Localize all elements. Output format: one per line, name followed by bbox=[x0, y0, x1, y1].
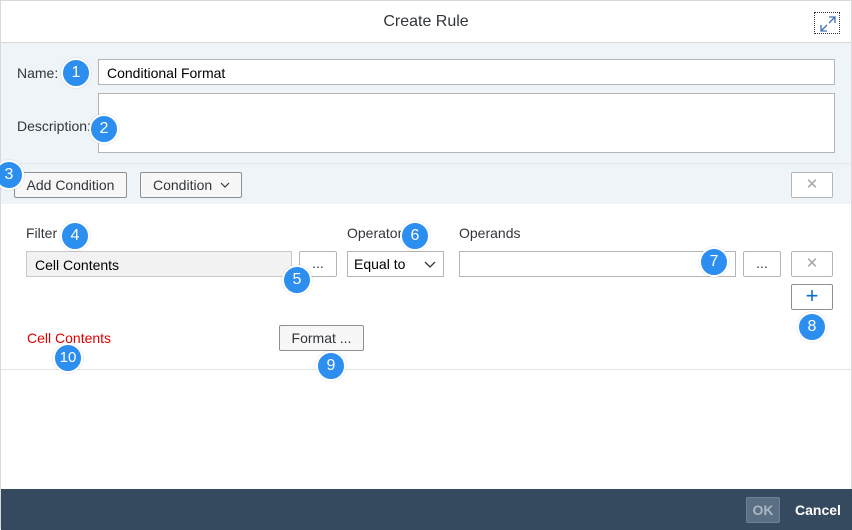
remove-condition-group-button[interactable]: ✕ bbox=[791, 172, 833, 198]
condition-toolbar: Add Condition Condition ✕ bbox=[1, 163, 851, 204]
cancel-button[interactable]: Cancel bbox=[791, 497, 845, 523]
expand-button[interactable] bbox=[814, 12, 840, 34]
chevron-down-icon bbox=[220, 182, 230, 188]
name-input[interactable]: Conditional Format bbox=[98, 59, 835, 85]
description-input[interactable] bbox=[98, 93, 835, 153]
filter-field[interactable]: Cell Contents bbox=[26, 251, 292, 277]
add-operand-button[interactable]: + bbox=[791, 284, 833, 310]
dialog-header: Create Rule bbox=[1, 1, 851, 43]
filter-label: Filter bbox=[26, 225, 58, 241]
ok-button[interactable]: OK bbox=[746, 497, 780, 523]
operator-selected-value: Equal to bbox=[354, 256, 406, 272]
annotation-marker-4: 4 bbox=[60, 221, 90, 251]
operands-input[interactable] bbox=[459, 251, 736, 277]
description-label: Description: bbox=[17, 118, 91, 134]
condition-dropdown-button[interactable]: Condition bbox=[140, 172, 242, 198]
name-label: Name: bbox=[17, 65, 59, 81]
remove-condition-row-button[interactable]: ✕ bbox=[791, 251, 833, 277]
annotation-marker-6: 6 bbox=[400, 221, 430, 251]
annotation-marker-9: 9 bbox=[316, 351, 346, 381]
expand-icon bbox=[820, 16, 836, 32]
operands-value-help-button[interactable]: ... bbox=[743, 251, 781, 277]
annotation-marker-5: 5 bbox=[282, 265, 312, 295]
dialog-footer: OK Cancel bbox=[1, 489, 852, 530]
create-rule-dialog: Create Rule Name: Conditional Format Des… bbox=[0, 0, 852, 530]
annotation-marker-8: 8 bbox=[797, 312, 827, 342]
dialog-title: Create Rule bbox=[383, 13, 469, 30]
annotation-marker-10: 10 bbox=[53, 343, 83, 373]
annotation-marker-7: 7 bbox=[699, 247, 729, 277]
condition-dropdown-label: Condition bbox=[153, 177, 213, 193]
operands-label: Operands bbox=[459, 225, 521, 241]
annotation-marker-2: 2 bbox=[89, 114, 119, 144]
chevron-down-icon bbox=[424, 261, 436, 268]
add-condition-button[interactable]: Add Condition bbox=[14, 172, 127, 198]
annotation-marker-1: 1 bbox=[61, 58, 91, 88]
operator-label: Operator bbox=[347, 225, 403, 241]
format-button[interactable]: Format ... bbox=[279, 325, 364, 351]
operator-select[interactable]: Equal to bbox=[347, 251, 444, 277]
rule-details-section: Name: Conditional Format Description: bbox=[1, 43, 851, 163]
